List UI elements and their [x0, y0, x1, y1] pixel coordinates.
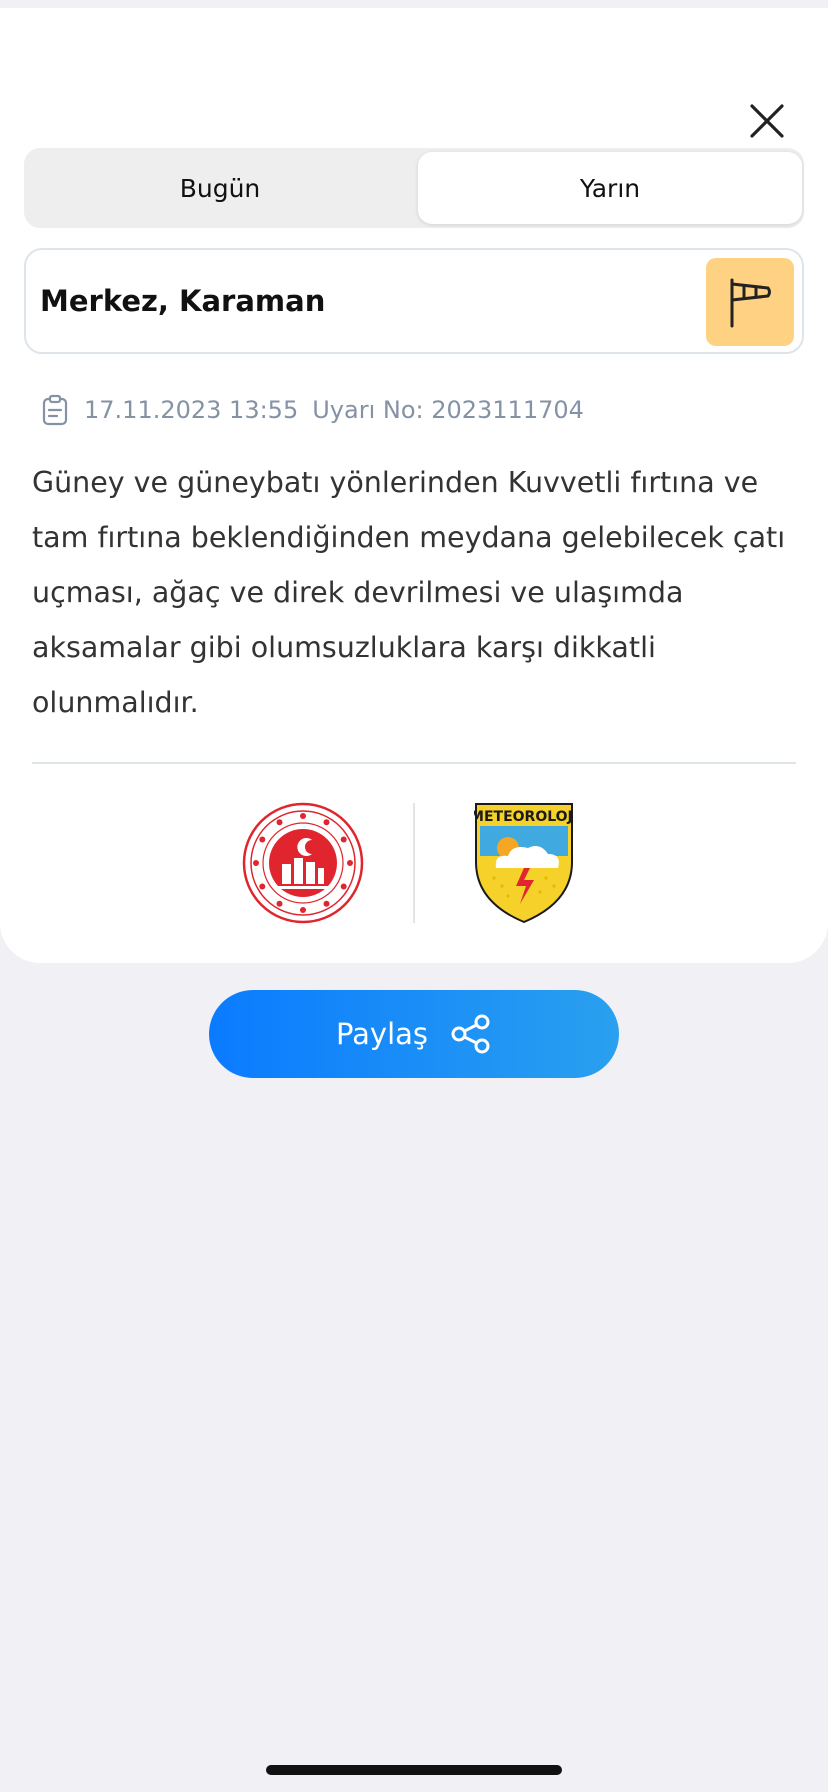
- divider: [32, 762, 796, 764]
- tab-today[interactable]: Bugün: [28, 152, 412, 224]
- location-name: Merkez, Karaman: [40, 284, 326, 318]
- warning-description: Güney ve güneybatı yönlerinden Kuvvetli …: [32, 466, 786, 719]
- warning-datetime: 17.11.2023 13:55: [84, 396, 299, 424]
- close-button[interactable]: [742, 96, 792, 146]
- warning-number: Uyarı No: 2023111704: [312, 396, 584, 424]
- wind-warning-badge: [706, 258, 794, 346]
- close-icon: [750, 104, 784, 138]
- clipboard-icon: [42, 394, 68, 426]
- meteoroloji-logo-text: METEOROLOJİ: [474, 808, 574, 825]
- windsock-icon: [730, 278, 771, 328]
- tab-tomorrow[interactable]: Yarın: [418, 152, 802, 224]
- share-button[interactable]: Paylaş: [209, 990, 619, 1078]
- location-box: Merkez, Karaman: [24, 248, 804, 354]
- warning-meta: 17.11.2023 13:55 Uyarı No: 2023111704: [40, 390, 584, 430]
- home-indicator: [266, 1765, 562, 1775]
- share-icon: [451, 1014, 490, 1054]
- share-button-label: Paylaş: [335, 1017, 429, 1051]
- logos-separator: [413, 803, 415, 923]
- meteoroloji-shield-icon: METEOROLOJİ: [474, 803, 574, 924]
- day-segmented-control: Bugün Yarın: [24, 148, 804, 228]
- ministry-seal-icon: [242, 802, 364, 924]
